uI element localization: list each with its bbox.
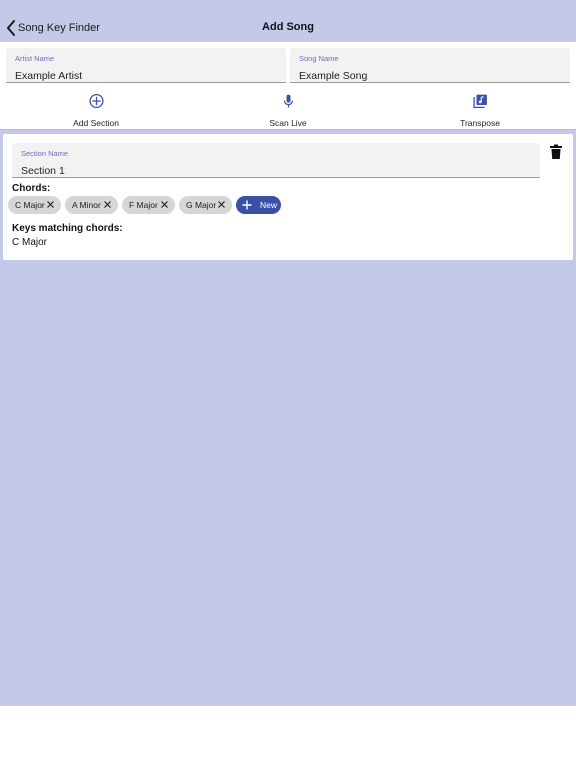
section-name-input[interactable] [21, 165, 497, 177]
remove-chord-button[interactable] [217, 200, 226, 209]
add-section-button[interactable]: Add Section [36, 90, 156, 128]
remove-chord-button[interactable] [103, 200, 112, 209]
microphone-icon [283, 94, 293, 108]
music-library-icon [472, 94, 487, 109]
plus-icon [242, 200, 252, 210]
remove-chord-button[interactable] [160, 200, 169, 209]
trash-icon [550, 144, 562, 159]
chord-chip-label: G Major [186, 200, 217, 210]
add-circle-icon [88, 93, 104, 109]
song-details-card: Artist Name Song Name Add Section [0, 42, 576, 130]
artist-name-input[interactable] [15, 70, 267, 82]
chord-chip[interactable]: G Major [179, 196, 232, 214]
scan-live-label: Scan Live [269, 118, 307, 128]
new-chord-label: New [260, 200, 278, 210]
close-icon [47, 201, 54, 208]
section-card: Section Name Chords: C Major A Minor [3, 134, 573, 260]
chord-chip-label: F Major [129, 200, 158, 210]
chord-chip-label: C Major [15, 200, 45, 210]
app-screen: Song Key Finder Add Song Artist Name Son… [0, 0, 576, 706]
song-name-label: Song Name [299, 54, 339, 63]
close-icon [104, 201, 111, 208]
navigation-bar: Song Key Finder Add Song [0, 0, 576, 42]
artist-name-label: Artist Name [15, 54, 55, 63]
keys-heading: Keys matching chords: [12, 223, 123, 234]
remove-chord-button[interactable] [46, 200, 55, 209]
transpose-button[interactable]: Transpose [420, 90, 540, 128]
chord-chip[interactable]: A Minor [65, 196, 118, 214]
transpose-label: Transpose [460, 118, 500, 128]
song-name-input[interactable] [299, 70, 551, 82]
page-title: Add Song [262, 21, 314, 33]
artist-name-field[interactable]: Artist Name [6, 48, 286, 83]
chord-chip[interactable]: C Major [8, 196, 61, 214]
close-icon [218, 201, 225, 208]
matching-key-value: C Major [12, 237, 48, 248]
new-chord-button[interactable]: New [236, 196, 281, 214]
section-name-field[interactable]: Section Name [12, 143, 540, 178]
scan-live-button[interactable]: Scan Live [228, 90, 348, 128]
section-name-label: Section Name [21, 149, 69, 158]
delete-section-button[interactable] [549, 144, 563, 160]
chord-chip[interactable]: F Major [122, 196, 175, 214]
chords-heading: Chords: [12, 183, 51, 194]
song-name-field[interactable]: Song Name [290, 48, 570, 83]
close-icon [161, 201, 168, 208]
add-section-label: Add Section [73, 118, 119, 128]
chord-chip-label: A Minor [72, 200, 101, 210]
action-toolbar: Add Section Scan Live Transpose [0, 90, 576, 128]
